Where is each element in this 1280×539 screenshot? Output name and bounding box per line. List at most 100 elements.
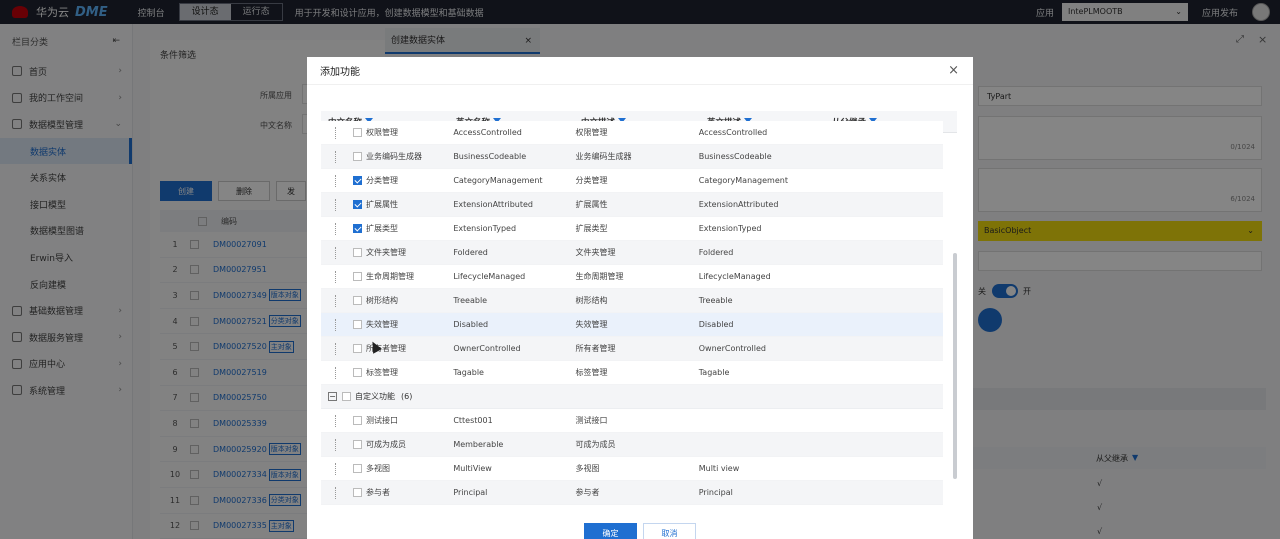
cell-cn-name: 文件夹管理: [366, 248, 406, 257]
tree-line: [335, 366, 345, 379]
table-row[interactable]: 可成为成员 Memberable 可成为成员: [321, 433, 943, 457]
row-checkbox[interactable]: [353, 296, 362, 305]
row-checkbox[interactable]: [353, 464, 362, 473]
table-row[interactable]: 生命周期管理 LifecycleManaged 生命周期管理 LifecycleMan…: [321, 265, 943, 289]
cell-cn-name: 扩展类型: [366, 224, 398, 233]
table-row[interactable]: 测试接口 Cttest001 测试接口: [321, 409, 943, 433]
row-checkbox[interactable]: [353, 200, 362, 209]
tree-line: [335, 294, 345, 307]
group-label: 自定义功能: [355, 392, 395, 401]
cell-cn-name: 可成为成员: [366, 440, 406, 449]
cell-cn-desc: 多视图: [575, 464, 600, 473]
tree-line: [335, 222, 345, 235]
tree-line: [335, 150, 345, 163]
cell-cn-name: 生命周期管理: [366, 272, 414, 281]
group-checkbox[interactable]: [342, 392, 351, 401]
cell-cn-desc: 失效管理: [575, 320, 608, 329]
tree-line: [335, 414, 345, 427]
cell-en-name: OwnerControlled: [453, 344, 521, 353]
cell-en-name: Treeable: [453, 296, 488, 305]
row-checkbox[interactable]: [353, 488, 362, 497]
cell-en-name: Memberable: [453, 440, 504, 449]
cell-en-desc: Tagable: [698, 368, 730, 377]
cell-en-name: LifecycleManaged: [453, 272, 526, 281]
tree-line: [335, 126, 345, 139]
cell-en-name: ExtensionTyped: [453, 224, 517, 233]
row-checkbox[interactable]: [353, 224, 362, 233]
cell-cn-name: 标签管理: [366, 368, 398, 377]
cell-en-desc: ExtensionAttributed: [698, 200, 779, 209]
cell-en-desc: Treeable: [698, 296, 733, 305]
tree-line: [335, 318, 345, 331]
cell-cn-desc: 测试接口: [575, 416, 608, 425]
table-row[interactable]: 树形结构 Treeable 树形结构 Treeable: [321, 289, 943, 313]
cell-en-name: Tagable: [453, 368, 484, 377]
tree-line: [335, 438, 345, 451]
custom-feature-group[interactable]: − 自定义功能 (6): [321, 385, 943, 409]
dialog-title: 添加功能: [320, 67, 360, 78]
row-checkbox[interactable]: [353, 440, 362, 449]
cancel-button[interactable]: 取消: [643, 523, 696, 539]
row-checkbox[interactable]: [353, 272, 362, 281]
cell-cn-name: 失效管理: [366, 320, 398, 329]
cell-cn-desc: 业务编码生成器: [575, 152, 632, 161]
row-checkbox[interactable]: [353, 416, 362, 425]
table-row[interactable]: 业务编码生成器 BusinessCodeable 业务编码生成器 BusinessCo…: [321, 145, 943, 169]
cell-cn-desc: 文件夹管理: [575, 248, 616, 257]
cell-en-desc: AccessControlled: [698, 128, 768, 137]
tree-line: [335, 462, 345, 475]
tree-line: [335, 174, 345, 187]
tree-line: [335, 486, 345, 499]
cell-en-name: CategoryManagement: [453, 176, 543, 185]
table-row[interactable]: 参与者 Principal 参与者 Principal: [321, 481, 943, 505]
cell-en-name: BusinessCodeable: [453, 152, 527, 161]
cell-cn-name: 树形结构: [366, 296, 398, 305]
cell-cn-desc: 权限管理: [575, 128, 608, 137]
cell-en-name: ExtensionAttributed: [453, 200, 533, 209]
row-checkbox[interactable]: [353, 152, 362, 161]
feature-rows: 权限管理 AccessControlled 权限管理 AccessControlled…: [321, 121, 943, 505]
cell-cn-name: 多视图: [366, 464, 390, 473]
table-row[interactable]: 多视图 MultiView 多视图 Multi view: [321, 457, 943, 481]
cell-en-desc: ExtensionTyped: [698, 224, 762, 233]
row-checkbox[interactable]: [353, 248, 362, 257]
row-checkbox[interactable]: [353, 368, 362, 377]
group-count: (6): [401, 392, 413, 401]
cell-cn-desc: 所有者管理: [575, 344, 616, 353]
cell-en-desc: Principal: [698, 488, 733, 497]
cell-en-desc: BusinessCodeable: [698, 152, 772, 161]
close-icon[interactable]: ×: [948, 63, 959, 78]
row-checkbox[interactable]: [353, 320, 362, 329]
cell-en-name: Disabled: [453, 320, 489, 329]
table-row[interactable]: 失效管理 Disabled 失效管理 Disabled: [321, 313, 943, 337]
scrollbar[interactable]: [953, 253, 957, 479]
dialog-header: 添加功能 ×: [307, 57, 973, 85]
table-row[interactable]: 标签管理 Tagable 标签管理 Tagable: [321, 361, 943, 385]
cell-cn-name: 权限管理: [366, 128, 398, 137]
cell-en-desc: Disabled: [698, 320, 734, 329]
table-row[interactable]: 分类管理 CategoryManagement 分类管理 CategoryManage…: [321, 169, 943, 193]
cell-cn-desc: 扩展属性: [575, 200, 608, 209]
row-checkbox[interactable]: [353, 176, 362, 185]
table-row[interactable]: 扩展类型 ExtensionTyped 扩展类型 ExtensionTyped: [321, 217, 943, 241]
cell-en-name: Cttest001: [453, 416, 493, 425]
row-checkbox[interactable]: [353, 344, 362, 353]
table-row[interactable]: 权限管理 AccessControlled 权限管理 AccessControlled: [321, 121, 943, 145]
cell-en-name: Foldered: [453, 248, 488, 257]
feature-table: 中文名称 英文名称 中文描述 英文描述 从父继承 权限管理AccessContr…: [321, 111, 957, 514]
cell-en-desc: CategoryManagement: [698, 176, 788, 185]
table-row[interactable]: 文件夹管理 Foldered 文件夹管理 Foldered: [321, 241, 943, 265]
tree-line: [335, 270, 345, 283]
table-row[interactable]: 所有者管理 OwnerControlled 所有者管理 OwnerControlled: [321, 337, 943, 361]
cell-cn-name: 扩展属性: [366, 200, 398, 209]
cell-cn-desc: 参与者: [575, 488, 600, 497]
table-row[interactable]: 扩展属性 ExtensionAttributed 扩展属性 ExtensionAttr…: [321, 193, 943, 217]
cell-cn-desc: 树形结构: [575, 296, 608, 305]
tree-line: [335, 246, 345, 259]
confirm-button[interactable]: 确定: [584, 523, 637, 539]
add-feature-dialog: 添加功能 × 中文名称 英文名称 中文描述 英文描述 从父继承 权限管理Acce…: [307, 57, 973, 539]
cell-en-name: Principal: [453, 488, 488, 497]
cell-en-desc: Foldered: [698, 248, 734, 257]
row-checkbox[interactable]: [353, 128, 362, 137]
collapse-icon[interactable]: −: [328, 392, 337, 401]
